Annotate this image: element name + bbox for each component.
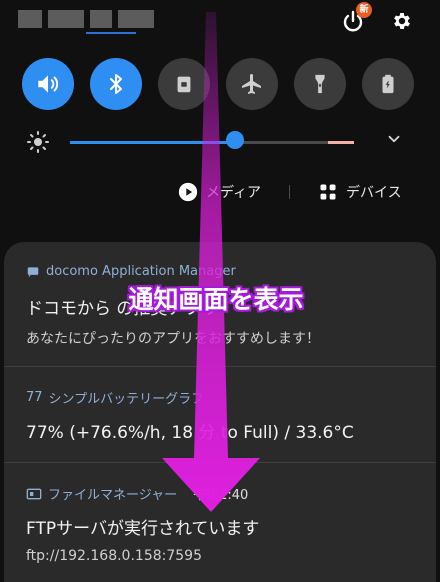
media-label: メディア: [206, 185, 262, 201]
notification-app-line: ファイルマネージャー 午後2:40: [26, 484, 248, 503]
volume-icon: [38, 75, 59, 93]
battery-saver-toggle[interactable]: [362, 58, 414, 110]
blurred-status-item: [118, 10, 154, 28]
devices-label: デバイス: [346, 185, 402, 201]
notification-title: 77% (+76.6%/h, 18 分 to Full) / 33.6°C: [26, 423, 354, 443]
status-underline: [86, 32, 136, 34]
devices-icon: [320, 184, 336, 200]
settings-button[interactable]: [391, 10, 413, 32]
notification-title: FTPサーバが実行されています: [26, 519, 260, 539]
notification-file-manager[interactable]: ファイルマネージャー 午後2:40 FTPサーバが実行されています ftp://…: [4, 462, 436, 572]
blurred-status-item: [18, 10, 42, 28]
notification-app-line: 77 シンプルバッテリーグラフ: [26, 388, 204, 407]
blurred-status-item: [48, 10, 84, 28]
lock-icon: [177, 76, 191, 93]
brightness-marker: [328, 141, 354, 144]
media-button[interactable]: メディア: [178, 182, 261, 202]
quick-settings-row: [0, 58, 440, 114]
brightness-fill: [70, 141, 235, 144]
notification-battery[interactable]: 77 シンプルバッテリーグラフ 77% (+76.6%/h, 18 分 to F…: [4, 366, 436, 462]
brightness-row: [0, 124, 440, 160]
bluetooth-icon: [110, 74, 122, 94]
file-manager-icon: [26, 488, 42, 499]
play-icon: [178, 182, 198, 202]
screen-lock-toggle[interactable]: [158, 58, 210, 110]
chevron-down-icon: [388, 135, 400, 143]
brightness-icon: [26, 130, 50, 154]
expand-button[interactable]: [385, 130, 403, 148]
notification-app-line: docomo Application Manager: [26, 264, 236, 279]
battery-graph-icon: 77: [26, 390, 43, 405]
notification-app-name: シンプルバッテリーグラフ: [48, 392, 205, 407]
notification-time: 午後2:40: [193, 488, 249, 503]
notification-body: あなたにぴったりのアプリをおすすめします！: [26, 331, 320, 347]
notification-app-name: ファイルマネージャー: [48, 488, 178, 503]
status-bar: 新: [0, 0, 440, 40]
separator: [289, 185, 290, 199]
airplane-icon: [242, 74, 261, 94]
flashlight-toggle[interactable]: [294, 58, 346, 110]
annotation-banner: 通知画面を表示: [128, 285, 304, 314]
notification-app-name: docomo Application Manager: [46, 264, 236, 279]
bluetooth-toggle[interactable]: [90, 58, 142, 110]
airplane-mode-toggle[interactable]: [226, 58, 278, 110]
notification-body: ftp://192.168.0.158:7595: [26, 548, 202, 564]
brightness-thumb[interactable]: [226, 131, 244, 149]
sound-toggle[interactable]: [22, 58, 74, 110]
battery-icon: [382, 74, 394, 94]
new-badge: 新: [356, 2, 372, 18]
message-icon: [27, 266, 39, 277]
blurred-status-item: [90, 10, 112, 28]
devices-button[interactable]: デバイス: [318, 182, 402, 202]
gear-icon: [394, 13, 410, 29]
media-devices-row: メディア デバイス: [0, 176, 440, 210]
brightness-slider[interactable]: [70, 141, 354, 144]
flashlight-icon: [315, 74, 325, 94]
